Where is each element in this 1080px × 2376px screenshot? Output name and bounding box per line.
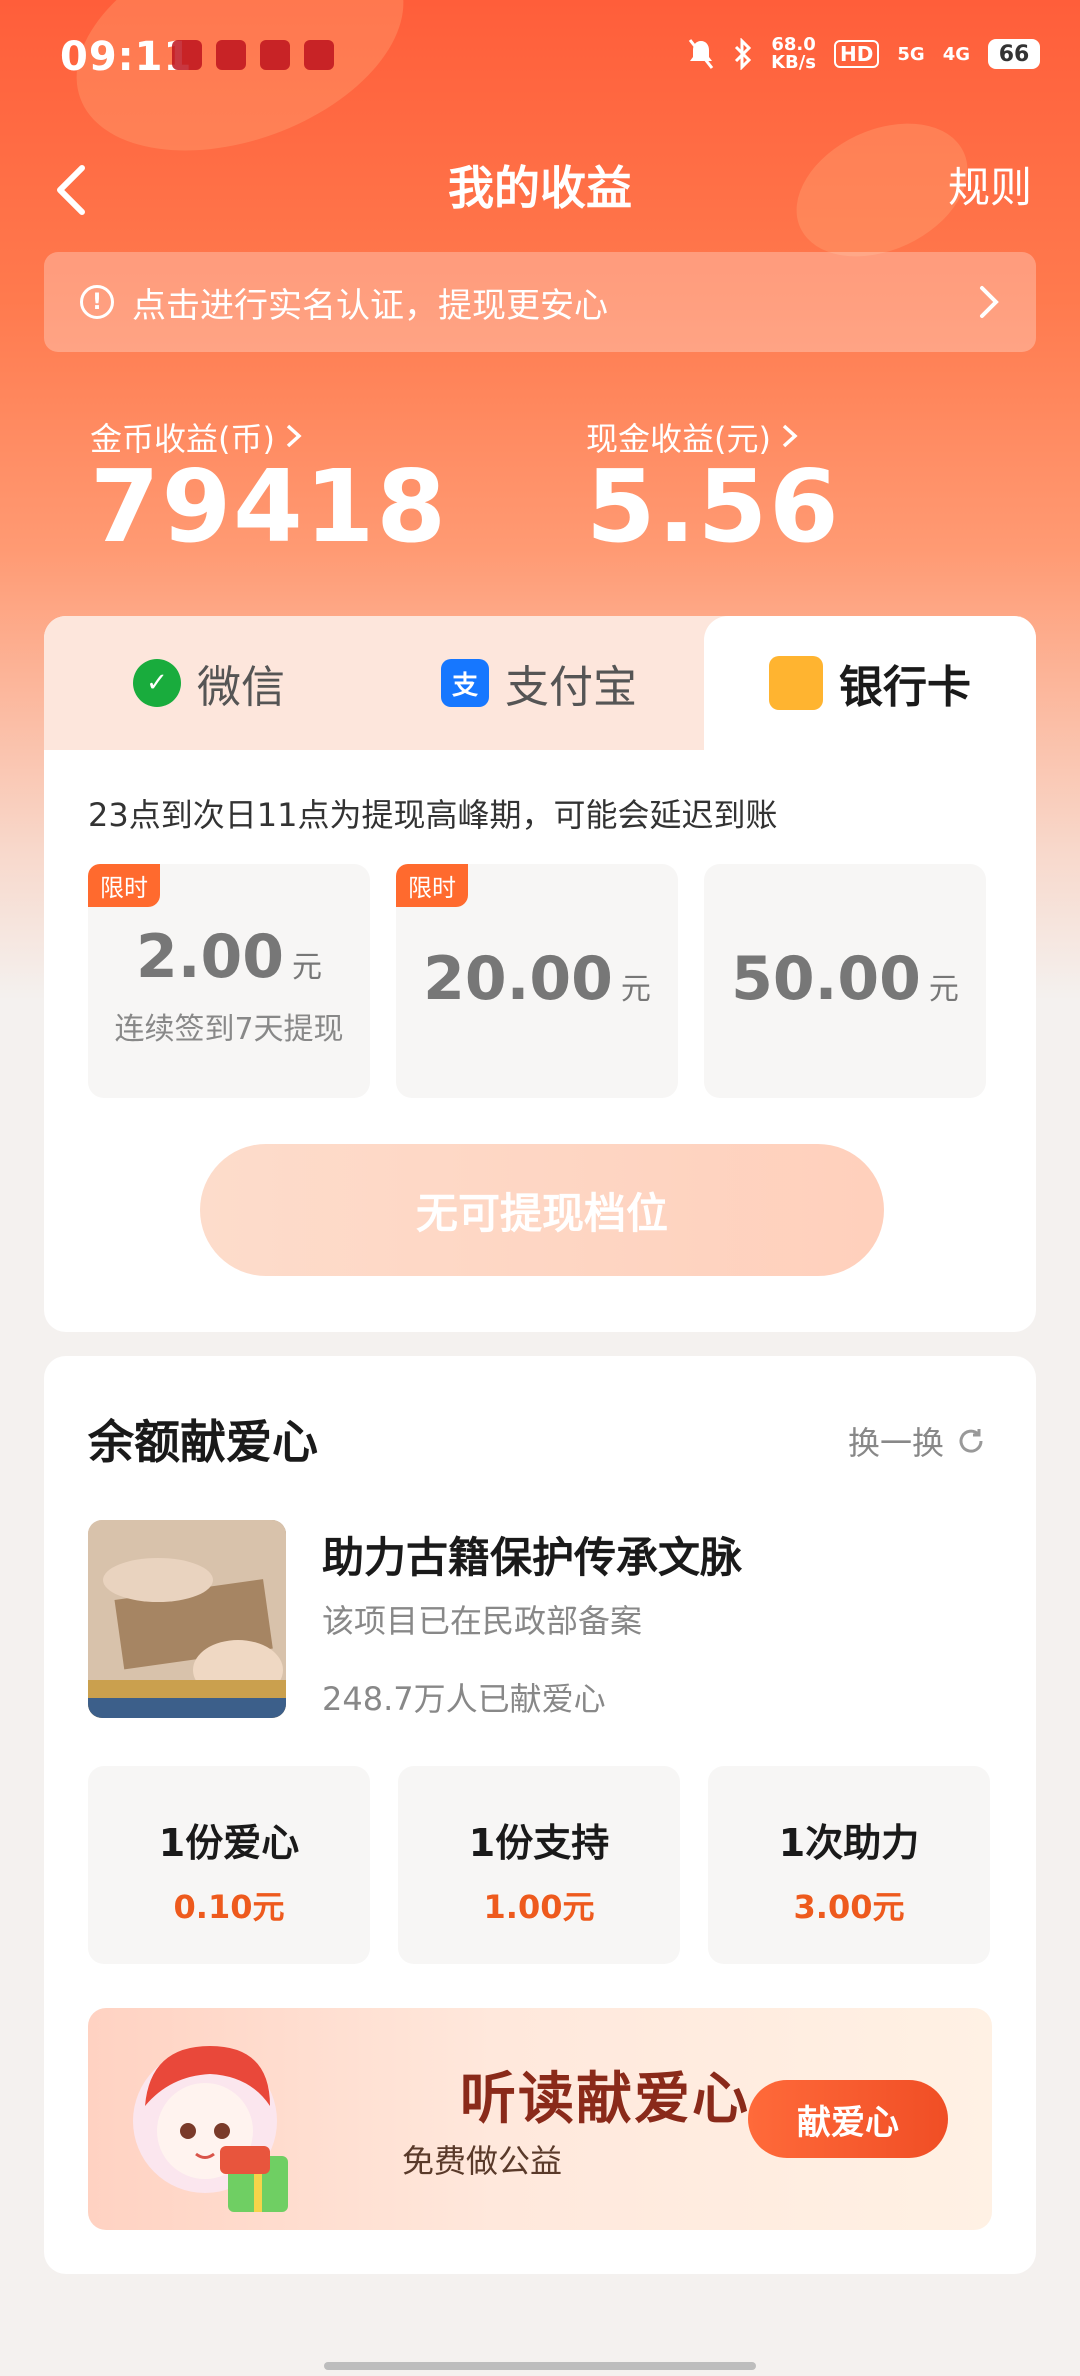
promo-subtitle: 免费做公益 <box>402 2142 563 2180</box>
donation-option-price: 1.00元 <box>483 1888 595 1926</box>
donation-option-label: 1次助力 <box>778 1821 920 1865</box>
donation-option[interactable]: 1份支持 1.00元 <box>398 1766 680 1964</box>
refresh-button[interactable]: 换一换 <box>848 1418 986 1464</box>
tab-bank-card[interactable]: 银行卡 <box>704 616 1036 750</box>
withdraw-option[interactable]: 限时 2.00 元 连续签到7天提现 <box>88 864 370 1098</box>
project-image[interactable] <box>88 1520 286 1718</box>
limited-time-badge: 限时 <box>88 864 160 907</box>
coin-earnings-value: 79418 <box>90 448 448 565</box>
project-name[interactable]: 助力古籍保护传承文脉 <box>322 1524 742 1585</box>
news-app-icon <box>216 40 246 70</box>
status-indicators: 68.0 KB/s HD 5G 4G 66 <box>687 36 1040 72</box>
withdraw-amount: 20.00 <box>423 944 613 1014</box>
alipay-icon: 支 <box>441 659 489 707</box>
wechat-icon: ✓ <box>133 659 181 707</box>
status-bar: 09:11 68.0 KB/s HD 5G 4G 66 <box>0 0 1080 112</box>
mascot-illustration <box>133 2046 288 2212</box>
rules-link[interactable]: 规则 <box>948 154 1032 215</box>
withdraw-amount: 2.00 <box>135 922 285 992</box>
donation-option[interactable]: 1份爱心 0.10元 <box>88 1766 370 1964</box>
bluetooth-icon <box>735 38 752 70</box>
promo-banner[interactable]: 听读献爱心 免费做公益 献爱心 <box>88 2008 992 2230</box>
notification-icons <box>172 40 334 70</box>
info-icon: ! <box>80 285 114 319</box>
withdraw-amount: 50.00 <box>731 944 921 1014</box>
home-indicator[interactable] <box>324 2362 756 2370</box>
donate-button[interactable]: 献爱心 <box>748 2080 948 2158</box>
hd-badge: HD <box>834 40 880 68</box>
tab-alipay[interactable]: 支 支付宝 <box>374 616 704 750</box>
donation-title: 余额献爱心 <box>88 1415 318 1469</box>
withdraw-condition: 连续签到7天提现 <box>114 1012 344 1047</box>
withdraw-button[interactable]: 无可提现档位 <box>200 1144 884 1276</box>
donation-option-label: 1份爱心 <box>158 1821 300 1865</box>
limited-time-badge: 限时 <box>396 864 468 907</box>
chevron-right-icon <box>782 424 798 448</box>
page-title: 我的收益 <box>448 161 632 215</box>
tab-wechat[interactable]: ✓ 微信 <box>44 616 374 750</box>
donation-option[interactable]: 1次助力 3.00元 <box>708 1766 990 1964</box>
withdraw-method-tabs: ✓ 微信 支 支付宝 银行卡 <box>44 616 1036 750</box>
signal-4g-icon: 4G <box>942 43 970 65</box>
verify-banner-text: 点击进行实名认证，提现更安心 <box>132 285 608 326</box>
refresh-icon <box>959 1429 983 1453</box>
promo-title: 听读献爱心 <box>460 2067 750 2132</box>
store-app-icon <box>260 40 290 70</box>
hands-on-book-image <box>88 1520 286 1718</box>
withdraw-option[interactable]: 50.00 元 <box>704 864 986 1098</box>
withdraw-unit: 元 <box>620 972 651 1007</box>
donation-option-price: 3.00元 <box>793 1888 905 1926</box>
donor-count: 248.7万人已献爱心 <box>322 1680 606 1718</box>
withdraw-unit: 元 <box>928 972 959 1007</box>
withdraw-card: ✓ 微信 支 支付宝 银行卡 23点到次日11点为提现高峰期，可能会延迟到账 限… <box>44 616 1036 1332</box>
chevron-right-icon <box>286 424 302 448</box>
securities-app-icon <box>304 40 334 70</box>
signal-5g-icon: 5G <box>897 43 925 65</box>
project-note: 该项目已在民政部备案 <box>322 1602 643 1640</box>
donation-card: 余额献爱心 换一换 助力古籍保护传承文脉 该项目已在民政部备案 248.7万人已… <box>44 1356 1036 2274</box>
mute-icon <box>688 39 714 69</box>
bank-card-icon <box>769 656 823 710</box>
network-speed: 68.0 KB/s <box>771 34 817 73</box>
withdraw-unit: 元 <box>292 950 323 985</box>
peak-period-note: 23点到次日11点为提现高峰期，可能会延迟到账 <box>88 796 778 834</box>
chevron-right-icon <box>980 286 999 318</box>
verify-banner[interactable]: ! 点击进行实名认证，提现更安心 <box>44 252 1036 352</box>
cash-earnings-value: 5.56 <box>586 448 841 565</box>
donation-option-label: 1份支持 <box>468 1821 610 1865</box>
donation-option-price: 0.10元 <box>173 1888 285 1926</box>
bank-app-icon <box>172 40 202 70</box>
battery-icon: 66 <box>988 39 1040 69</box>
withdraw-option[interactable]: 限时 20.00 元 <box>396 864 678 1098</box>
